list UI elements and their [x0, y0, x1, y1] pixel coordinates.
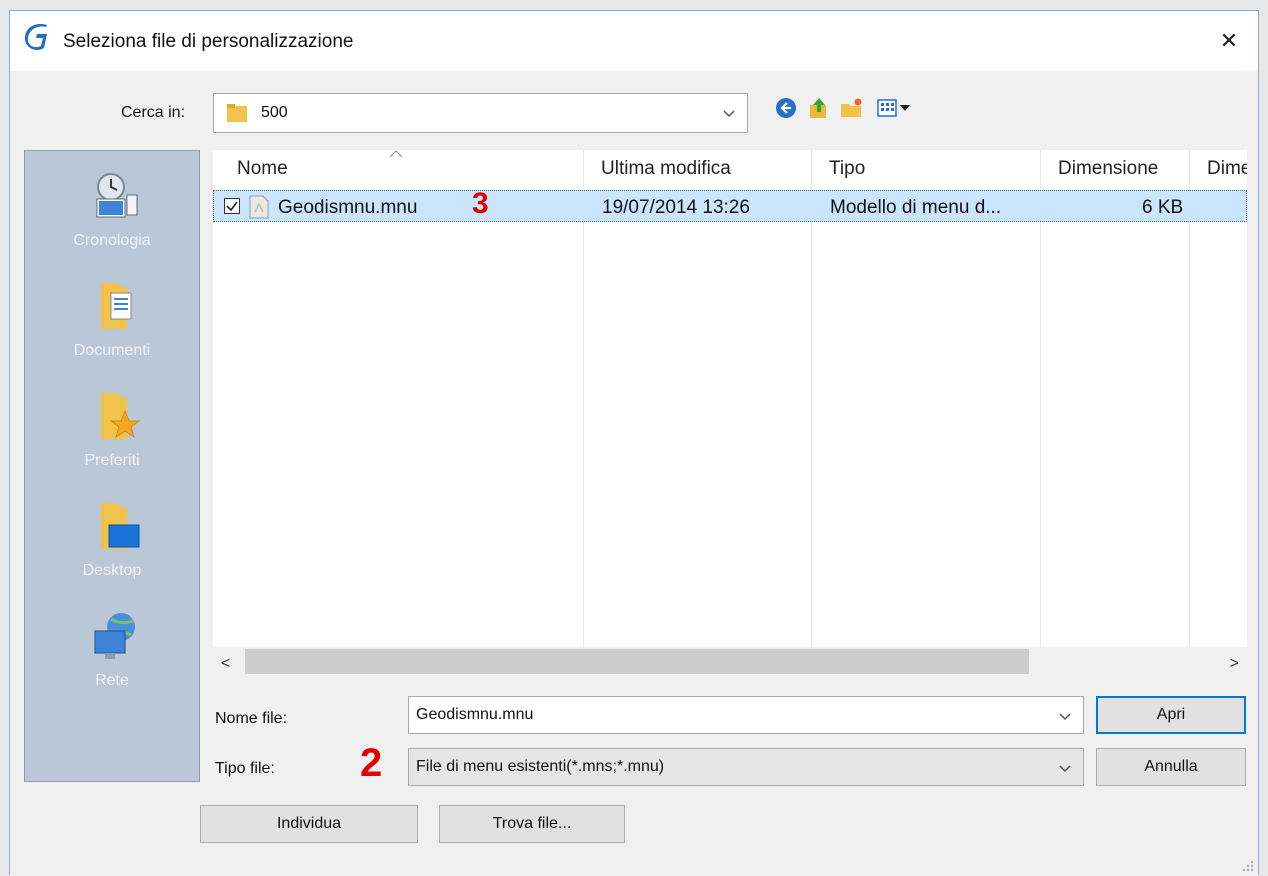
- history-icon: [96, 173, 138, 218]
- place-label: Cronologia: [73, 232, 151, 249]
- filetype-label: Tipo file:: [215, 760, 275, 777]
- new-folder-icon[interactable]: [839, 96, 863, 120]
- file-type: Modello di menu d...: [830, 197, 1002, 218]
- favorites-icon: [101, 393, 141, 439]
- place-label: Preferiti: [84, 452, 140, 469]
- view-menu-icon[interactable]: [876, 96, 920, 120]
- column-divider: [811, 150, 812, 650]
- place-label: Rete: [95, 672, 129, 689]
- open-button[interactable]: Apri: [1096, 696, 1246, 734]
- annotation-marker: 2: [360, 741, 383, 785]
- place-label: Documenti: [73, 342, 151, 359]
- chevron-down-icon[interactable]: [1057, 757, 1073, 779]
- filename-label: Nome file:: [215, 710, 288, 727]
- lookin-dropdown[interactable]: 500: [213, 93, 748, 133]
- chevron-down-icon: [723, 110, 735, 118]
- column-header-size[interactable]: Dimensione: [1058, 158, 1158, 180]
- locate-button[interactable]: Individua: [200, 805, 418, 843]
- column-header-type[interactable]: Tipo: [829, 158, 865, 180]
- back-icon[interactable]: [774, 96, 798, 120]
- row-checkbox[interactable]: [224, 198, 240, 214]
- checkmark-icon: [226, 201, 238, 212]
- close-button[interactable]: ✕: [1212, 25, 1246, 57]
- places-bar: Cronologia Documenti Preferiti Desktop R…: [24, 150, 200, 782]
- column-header-extra[interactable]: Dime: [1207, 158, 1247, 180]
- file-dialog: Seleziona file di personalizzazione ✕ Ce…: [9, 10, 1259, 876]
- column-divider: [583, 150, 584, 650]
- sort-ascending-icon: [389, 150, 403, 158]
- scroll-thumb[interactable]: [245, 649, 1029, 674]
- desktop-icon: [101, 503, 140, 549]
- window-title: Seleziona file di personalizzazione: [63, 31, 354, 52]
- cancel-button[interactable]: Annulla: [1096, 748, 1246, 786]
- app-logo-icon: [24, 24, 47, 50]
- file-list[interactable]: Nome Ultima modifica Tipo Dimensione Dim…: [213, 150, 1247, 680]
- find-file-button[interactable]: Trova file...: [439, 805, 625, 843]
- chevron-down-icon[interactable]: [1057, 705, 1073, 727]
- column-divider: [1040, 150, 1041, 650]
- network-icon: [94, 613, 135, 659]
- documents-icon: [101, 283, 132, 329]
- up-folder-icon[interactable]: [807, 96, 831, 120]
- column-divider: [1189, 150, 1190, 650]
- column-header-name[interactable]: Nome: [237, 158, 288, 180]
- annotation-marker: 3: [472, 187, 489, 220]
- file-size: 6 KB: [1142, 197, 1184, 218]
- dialog-body: Cerca in: 500 Cronologia Documenti Prefe…: [10, 71, 1258, 876]
- lookin-value: 500: [261, 104, 288, 121]
- scroll-left-icon[interactable]: <: [221, 655, 230, 673]
- filetype-value: File di menu esistenti(*.mns;*.mnu): [416, 758, 665, 775]
- filename-input[interactable]: Geodismnu.mnu: [408, 696, 1084, 734]
- folder-icon: [227, 104, 247, 122]
- filename-value: Geodismnu.mnu: [416, 706, 534, 723]
- file-name: Geodismnu.mnu: [278, 197, 418, 218]
- resize-grip-icon[interactable]: [1240, 858, 1254, 872]
- scroll-right-icon[interactable]: >: [1230, 655, 1239, 673]
- filetype-select[interactable]: File di menu esistenti(*.mns;*.mnu): [408, 748, 1084, 786]
- file-row[interactable]: Geodismnu.mnu 3 19/07/2014 13:26 Modello…: [213, 187, 1247, 222]
- place-label: Desktop: [82, 562, 142, 579]
- lookin-label: Cerca in:: [121, 104, 186, 121]
- menu-file-icon: [249, 195, 269, 219]
- title-bar: Seleziona file di personalizzazione ✕: [10, 11, 1258, 71]
- column-header-modified[interactable]: Ultima modifica: [601, 158, 731, 180]
- file-modified: 19/07/2014 13:26: [602, 197, 750, 218]
- horizontal-scrollbar[interactable]: < >: [213, 647, 1247, 680]
